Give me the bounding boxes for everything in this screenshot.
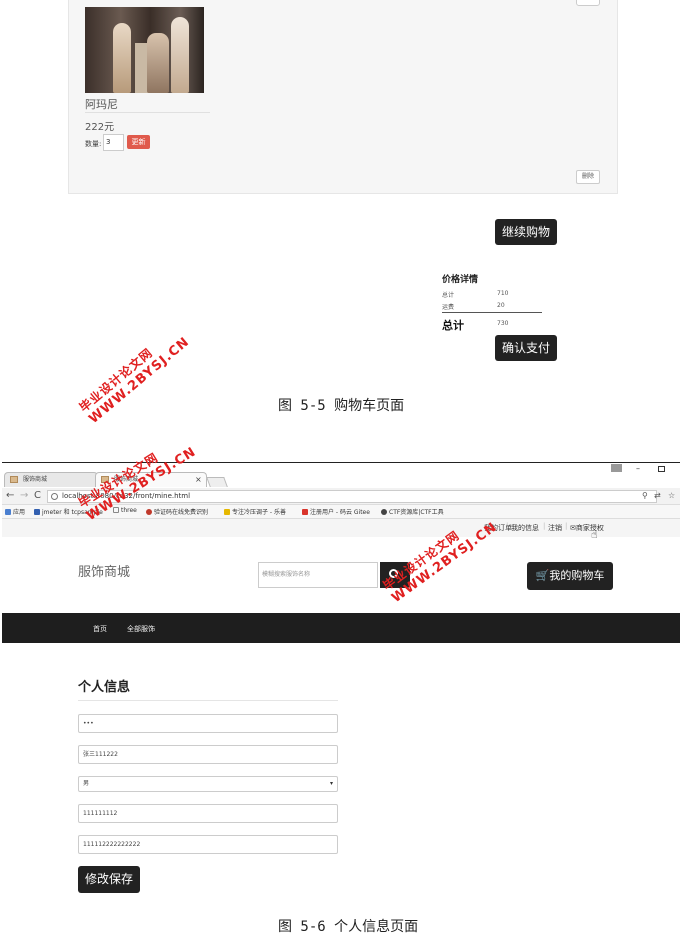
delete-button-partial[interactable] [576, 0, 600, 6]
mannequin-figure [147, 33, 169, 93]
divider [85, 112, 210, 113]
divider [442, 312, 542, 313]
info-icon[interactable] [51, 493, 58, 500]
forward-icon[interactable]: → [20, 490, 28, 501]
bookmark-apps[interactable]: 应用 [5, 507, 25, 516]
minimize-icon[interactable]: – [636, 464, 640, 473]
product-image[interactable] [85, 7, 204, 93]
separator: | [565, 522, 568, 530]
shield-icon [34, 509, 40, 515]
bookmark-item[interactable]: 专注冷压调子 - 乐善 [224, 507, 286, 516]
password-field[interactable]: ••• [78, 714, 338, 733]
separator: | [506, 522, 509, 530]
my-info-link[interactable]: 我的信息 [511, 523, 539, 533]
user-icon[interactable] [611, 464, 622, 472]
bookmark-label: three [121, 507, 137, 514]
subtotal-value: 710 [497, 290, 509, 297]
gitee-icon [302, 509, 308, 515]
translate-icon[interactable]: ⇄ [654, 491, 661, 500]
hand-cursor-icon: ☝ [591, 528, 598, 541]
page-icon [10, 476, 18, 483]
mannequin-figure [113, 23, 131, 93]
continue-shopping-button[interactable]: 继续购物 [495, 219, 557, 245]
gender-select[interactable]: 男 ▾ [78, 776, 338, 792]
mannequin-figure [171, 17, 189, 93]
star-icon[interactable]: ☆ [668, 491, 675, 500]
update-button[interactable]: 更新 [127, 135, 150, 149]
user-icon [381, 509, 387, 515]
site-icon [224, 509, 230, 515]
bookmark-label: 注册用户 - 码云 Gitee [310, 509, 370, 516]
site-title[interactable]: 服饰商城 [78, 561, 130, 580]
site-icon [146, 509, 152, 515]
confirm-payment-button[interactable]: 确认支付 [495, 335, 557, 361]
browser-tab[interactable]: 服饰商城 [4, 472, 98, 487]
bookmark-item[interactable]: CTF资源库|CTF工具 [381, 507, 444, 516]
quantity-input[interactable]: 3 [103, 134, 124, 151]
figure-caption: 图 5-5 购物车页面 [278, 398, 405, 414]
apps-icon [5, 509, 11, 515]
address-field[interactable]: 111112222222222 [78, 835, 338, 854]
save-button[interactable]: 修改保存 [78, 866, 140, 893]
total-label: 总计 [442, 319, 464, 332]
subtotal-label: 总计 [442, 292, 455, 299]
reload-icon[interactable]: C [34, 490, 41, 501]
bookmark-label: 专注冷压调子 - 乐善 [232, 509, 286, 516]
divider [78, 700, 338, 701]
page-title: 个人信息 [78, 680, 131, 695]
shipping-value: 20 [497, 302, 505, 309]
name-field[interactable]: 张三111222 [78, 745, 338, 764]
zoom-icon[interactable]: ⚲ [642, 491, 648, 500]
product-name[interactable]: 阿玛尼 [85, 96, 118, 112]
search-input[interactable]: 模糊搜索服饰名称 [258, 562, 378, 588]
chevron-down-icon: ▾ [329, 780, 333, 787]
bookmark-label: CTF资源库|CTF工具 [389, 509, 444, 516]
figure-caption: 图 5-6 个人信息页面 [278, 919, 419, 935]
nav-all-clothing[interactable]: 全部服饰 [127, 624, 155, 634]
delete-button[interactable]: 删除 [576, 170, 600, 184]
merchant-auth-link[interactable]: ✉商家授权 [570, 523, 604, 533]
my-cart-button[interactable]: 🛒我的购物车 [527, 562, 613, 590]
quantity-label: 数量: [85, 140, 102, 148]
product-price: 222元 [85, 122, 115, 133]
watermark: 毕业设计论文网 WWW.2BYSJ.CN [75, 321, 193, 427]
close-icon[interactable]: × [195, 475, 202, 484]
shipping-label: 运费 [442, 304, 455, 311]
bookmark-item[interactable]: 注册用户 - 码云 Gitee [302, 507, 370, 516]
bookmark-label: 应用 [13, 509, 26, 516]
nav-home[interactable]: 首页 [93, 624, 107, 634]
bookmark-label: 验证码在线免费识别 [154, 509, 209, 516]
total-value: 730 [497, 320, 509, 327]
maximize-icon[interactable] [658, 466, 665, 472]
price-details-title: 价格详情 [442, 275, 479, 285]
gender-select-value: 男 [83, 780, 90, 787]
new-tab-button[interactable] [206, 477, 228, 487]
bookmark-item[interactable]: 验证码在线免费识别 [146, 507, 208, 516]
phone-field[interactable]: 111111112 [78, 804, 338, 823]
logout-link[interactable]: 注销 [548, 523, 562, 533]
back-icon[interactable]: ← [6, 490, 14, 501]
separator: | [543, 522, 546, 530]
